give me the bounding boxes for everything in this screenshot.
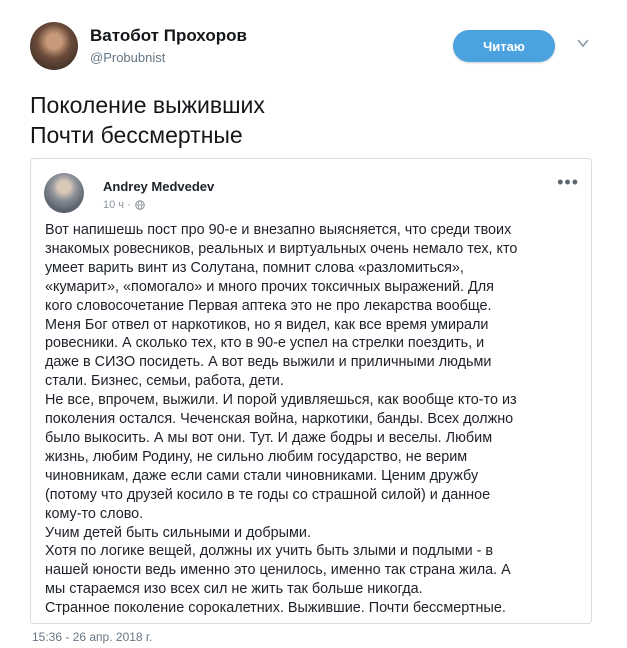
author-handle[interactable]: @Probubnist — [90, 50, 165, 65]
globe-icon — [134, 200, 145, 210]
tweet-header: Ватобот Прохоров @Probubnist Читаю — [30, 22, 607, 74]
quoted-post-card[interactable]: Andrey Medvedev 10 ч · ••• Вот напишешь … — [30, 158, 592, 624]
tweet-text: Поколение выживших Почти бессмертные — [30, 90, 265, 150]
post-line: кому-то слово. — [45, 505, 144, 522]
quoted-post-body: Вот напишешь пост про 90-е и внезапно вы… — [45, 221, 585, 618]
post-line: знакомых ровесников, реальных и виртуаль… — [45, 240, 518, 257]
post-line: кого словосочетание Первая аптека это не… — [45, 297, 492, 314]
post-line: «кумарит», «помогало» и много прочих ток… — [45, 278, 494, 295]
post-line: (потому что друзей косило в те годы со с… — [45, 486, 491, 503]
post-line: жизнь, любим Родину, не сильно любим гос… — [45, 448, 468, 465]
tweet-timestamp[interactable]: 15:36 - 26 апр. 2018 г. — [32, 630, 152, 644]
post-line: ровесники. А сколько тех, кто в 90-е усп… — [45, 335, 485, 352]
post-line: Меня Бог отвел от наркотиков, но я видел… — [45, 316, 489, 333]
author-avatar[interactable] — [30, 22, 78, 70]
post-line: чиновникам, даже если сами стали чиновни… — [45, 467, 479, 484]
post-line: Странное поколение сорокалетних. Выживши… — [45, 600, 506, 617]
author-name[interactable]: Ватобот Прохоров — [90, 26, 247, 46]
tweet-text-line: Почти бессмертные — [30, 122, 243, 148]
post-line: было выкосить. А мы вот они. Тут. И даже… — [45, 429, 493, 446]
following-button[interactable]: Читаю — [453, 30, 555, 62]
post-line: нашей юности ведь именно это ценилось, и… — [45, 562, 511, 579]
post-line: Хотя по логике вещей, должны их учить бы… — [45, 543, 494, 560]
post-line: даже в СИЗО посидеть. А вот ведь выжили … — [45, 354, 492, 371]
quoted-author-avatar — [44, 173, 84, 213]
chevron-down-icon[interactable] — [576, 36, 590, 50]
quoted-post-time-text: 10 ч · — [103, 199, 131, 211]
post-line: стали. Бизнес, семьи, работа, дети. — [45, 373, 284, 390]
post-line: поколения остался. Чеченская война, нарк… — [45, 411, 514, 428]
post-line: Вот напишешь пост про 90-е и внезапно вы… — [45, 222, 512, 238]
tweet-text-line: Поколение выживших — [30, 92, 265, 118]
post-line: умеет варить винт из Солутана, помнит сл… — [45, 259, 464, 276]
post-line: мы стараемся изо всех сил не жить так бо… — [45, 581, 423, 598]
quoted-post-time: 10 ч · — [103, 199, 145, 211]
post-line: Учим детей быть сильными и добрыми. — [45, 524, 311, 541]
more-dots-icon[interactable]: ••• — [557, 173, 579, 191]
quoted-author-name: Andrey Medvedev — [103, 179, 215, 194]
post-line: Не все, впрочем, выжили. И порой удивляе… — [45, 392, 517, 409]
